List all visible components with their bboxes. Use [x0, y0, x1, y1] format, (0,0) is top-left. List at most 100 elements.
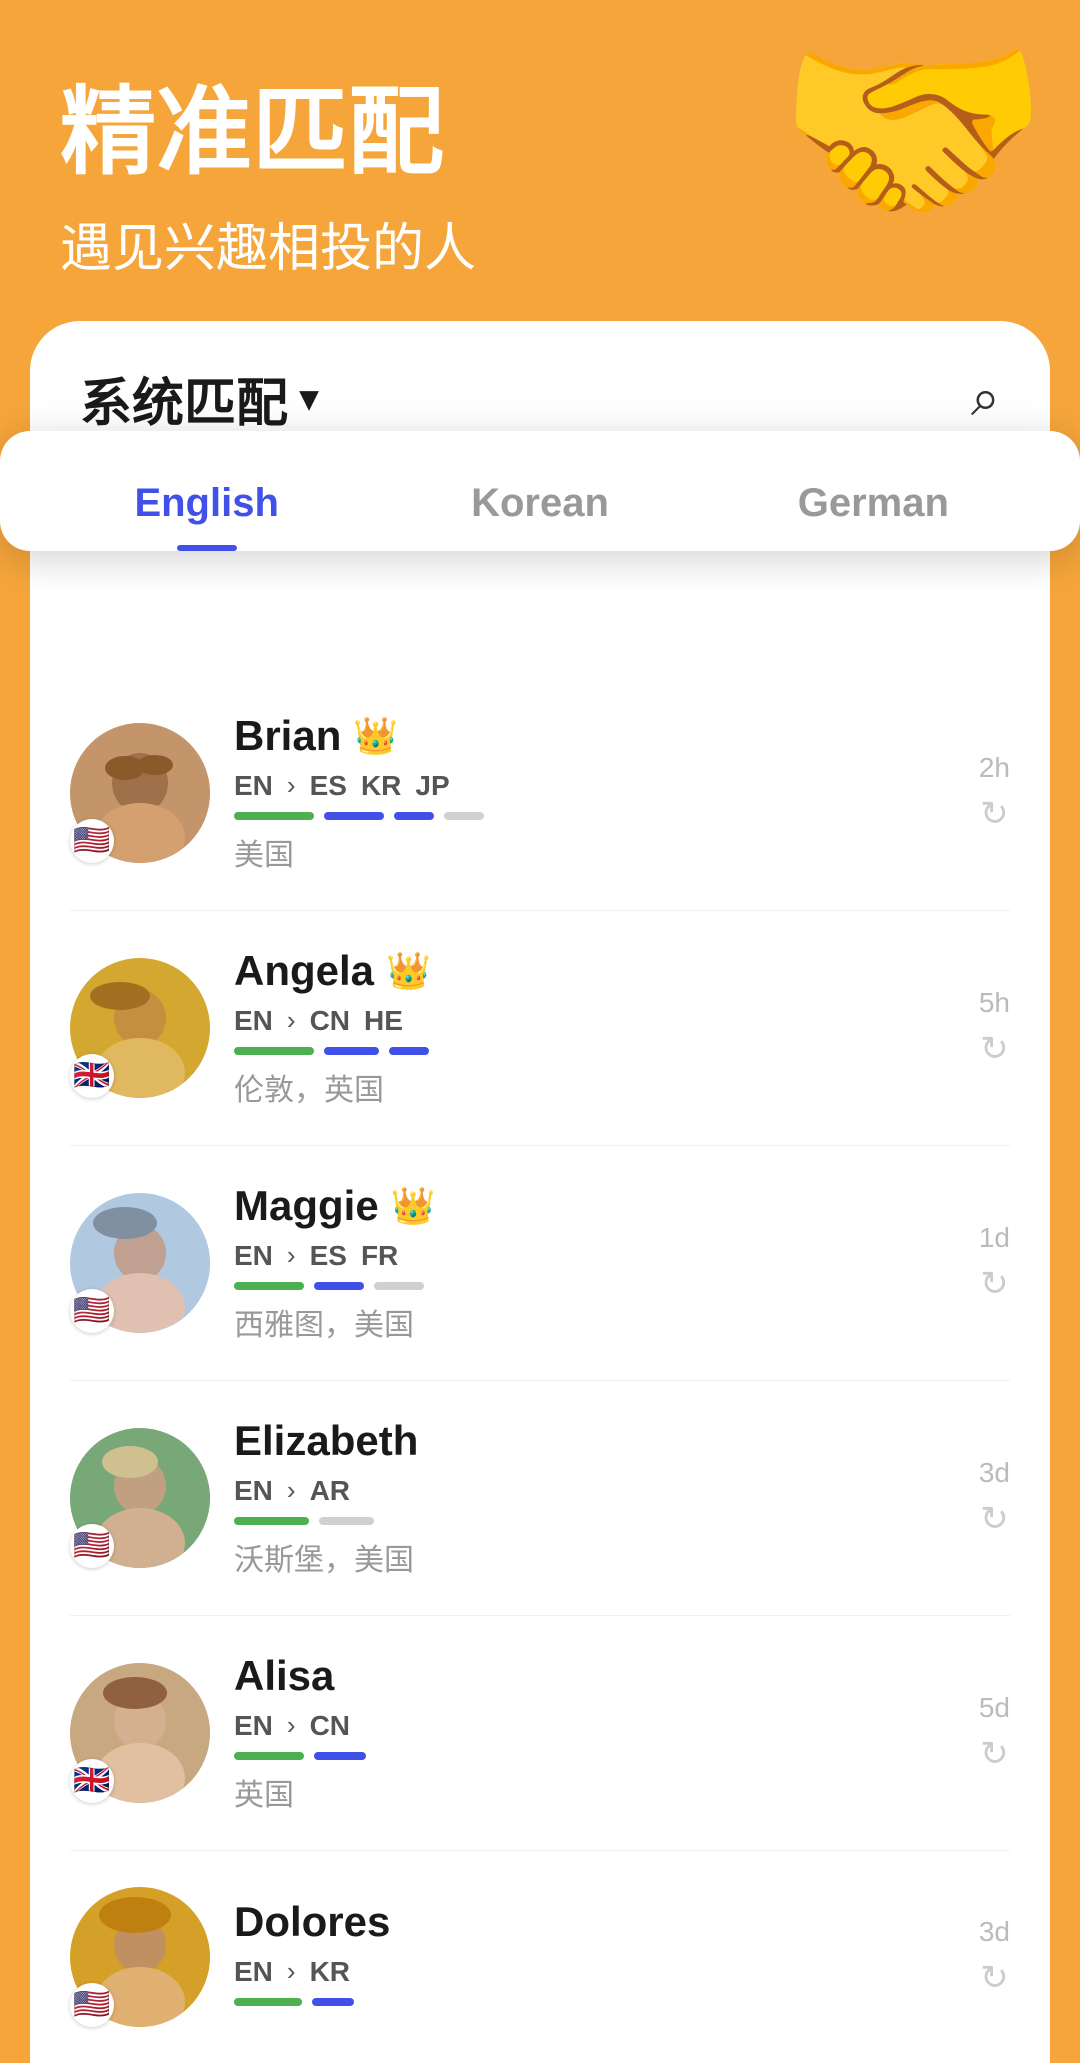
- progress-bar-ar: [319, 1517, 374, 1525]
- avatar: 🇺🇸: [70, 1193, 210, 1333]
- arrow-icon: ›: [287, 1475, 296, 1506]
- refresh-icon[interactable]: ↻: [980, 1734, 1009, 1774]
- arrow-icon: ›: [287, 1956, 296, 1987]
- list-item[interactable]: 🇺🇸 Dolores EN › KR 3d ↻: [70, 1851, 1010, 2063]
- user-meta: 5h ↻: [979, 987, 1010, 1069]
- list-item[interactable]: 🇺🇸 Elizabeth EN › AR 沃斯堡，美国 3d: [70, 1381, 1010, 1616]
- main-card: 系统匹配 ▾ ⌕ English Korean German 🇺🇸 Brian: [30, 321, 1050, 2063]
- user-name: Brian: [234, 712, 341, 760]
- refresh-icon[interactable]: ↻: [980, 1264, 1009, 1304]
- progress-bar-en: [234, 1517, 309, 1525]
- lang-to-3: JP: [415, 770, 449, 802]
- flag-icon: 🇬🇧: [70, 1054, 114, 1098]
- crown-icon: 👑: [391, 1185, 436, 1227]
- header-section: 精准匹配 遇见兴趣相投的人 🤝: [0, 0, 1080, 321]
- handshake-illustration: 🤝: [776, 20, 1050, 240]
- flag-icon: 🇺🇸: [70, 819, 114, 863]
- language-tab-bar: English Korean German: [0, 461, 1080, 551]
- arrow-icon: ›: [287, 1710, 296, 1741]
- user-name: Dolores: [234, 1898, 390, 1946]
- user-meta: 3d ↻: [979, 1916, 1010, 1998]
- time-ago: 2h: [979, 752, 1010, 784]
- tab-korean[interactable]: Korean: [373, 461, 706, 551]
- avatar: 🇺🇸: [70, 723, 210, 863]
- user-location: 英国: [234, 1770, 955, 1814]
- proficiency-bars: [234, 1282, 955, 1290]
- user-name: Angela: [234, 947, 374, 995]
- lang-from: EN: [234, 1710, 273, 1742]
- progress-bar-en: [234, 1752, 304, 1760]
- lang-from: EN: [234, 1475, 273, 1507]
- user-meta: 5d ↻: [979, 1692, 1010, 1774]
- avatar: 🇬🇧: [70, 958, 210, 1098]
- lang-from: EN: [234, 1240, 273, 1272]
- progress-bar-kr: [312, 1998, 354, 2006]
- language-tags: EN › CN HE: [234, 1005, 955, 1037]
- avatar: 🇬🇧: [70, 1663, 210, 1803]
- lang-to-1: CN: [310, 1710, 350, 1742]
- progress-bar-en: [234, 1282, 304, 1290]
- proficiency-bars: [234, 1047, 955, 1055]
- language-tags: EN › KR: [234, 1956, 955, 1988]
- user-meta: 2h ↻: [979, 752, 1010, 834]
- user-name: Alisa: [234, 1652, 334, 1700]
- progress-bar-he: [389, 1047, 429, 1055]
- arrow-icon: ›: [287, 1240, 296, 1271]
- search-icon[interactable]: ⌕: [971, 368, 1000, 429]
- list-item[interactable]: 🇬🇧 Alisa EN › CN 英国 5d ↻: [70, 1616, 1010, 1851]
- user-details: Alisa EN › CN 英国: [234, 1652, 955, 1814]
- lang-to-1: ES: [310, 770, 347, 802]
- user-meta: 1d ↻: [979, 1222, 1010, 1304]
- language-tags: EN › CN: [234, 1710, 955, 1742]
- user-details: Dolores EN › KR: [234, 1898, 955, 2016]
- lang-to-2: HE: [364, 1005, 403, 1037]
- lang-to-1: ES: [310, 1240, 347, 1272]
- user-name: Elizabeth: [234, 1417, 418, 1465]
- tab-english[interactable]: English: [40, 461, 373, 551]
- list-item[interactable]: 🇺🇸 Maggie 👑 EN › ES FR 西雅图，美: [70, 1146, 1010, 1381]
- refresh-icon[interactable]: ↻: [980, 1029, 1009, 1069]
- progress-bar-es: [324, 812, 384, 820]
- avatar: 🇺🇸: [70, 1887, 210, 2027]
- progress-bar-en: [234, 1998, 302, 2006]
- language-tags: EN › ES FR: [234, 1240, 955, 1272]
- user-location: 西雅图，美国: [234, 1300, 955, 1344]
- crown-icon: 👑: [386, 950, 431, 992]
- user-list: 🇺🇸 Brian 👑 EN › ES KR JP: [30, 676, 1050, 2063]
- user-details: Maggie 👑 EN › ES FR 西雅图，美国: [234, 1182, 955, 1344]
- user-name: Maggie: [234, 1182, 379, 1230]
- tab-german[interactable]: German: [707, 461, 1040, 551]
- time-ago: 1d: [979, 1222, 1010, 1254]
- list-item[interactable]: 🇺🇸 Brian 👑 EN › ES KR JP: [70, 676, 1010, 911]
- language-tags: EN › ES KR JP: [234, 770, 955, 802]
- language-tags: EN › AR: [234, 1475, 955, 1507]
- proficiency-bars: [234, 1998, 955, 2006]
- chevron-down-icon: ▾: [300, 377, 318, 419]
- progress-bar-kr: [394, 812, 434, 820]
- lang-to-1: AR: [310, 1475, 350, 1507]
- progress-bar-en: [234, 812, 314, 820]
- refresh-icon[interactable]: ↻: [980, 1958, 1009, 1998]
- lang-from: EN: [234, 770, 273, 802]
- progress-bar-fr: [374, 1282, 424, 1290]
- category-selector[interactable]: 系统匹配 ▾: [80, 361, 318, 436]
- user-location: 美国: [234, 830, 955, 874]
- lang-to-2: FR: [361, 1240, 398, 1272]
- lang-to-2: KR: [361, 770, 401, 802]
- refresh-icon[interactable]: ↻: [980, 794, 1009, 834]
- list-item[interactable]: 🇬🇧 Angela 👑 EN › CN HE 伦敦，英国: [70, 911, 1010, 1146]
- refresh-icon[interactable]: ↻: [980, 1499, 1009, 1539]
- flag-icon: 🇺🇸: [70, 1983, 114, 2027]
- avatar: 🇺🇸: [70, 1428, 210, 1568]
- arrow-icon: ›: [287, 770, 296, 801]
- progress-bar-jp: [444, 812, 484, 820]
- progress-bar-es: [314, 1282, 364, 1290]
- user-details: Brian 👑 EN › ES KR JP 美国: [234, 712, 955, 874]
- proficiency-bars: [234, 1752, 955, 1760]
- time-ago: 5h: [979, 987, 1010, 1019]
- progress-bar-en: [234, 1047, 314, 1055]
- progress-bar-cn: [324, 1047, 379, 1055]
- language-tabs-dropdown: English Korean German: [0, 431, 1080, 551]
- lang-from: EN: [234, 1956, 273, 1988]
- user-details: Elizabeth EN › AR 沃斯堡，美国: [234, 1417, 955, 1579]
